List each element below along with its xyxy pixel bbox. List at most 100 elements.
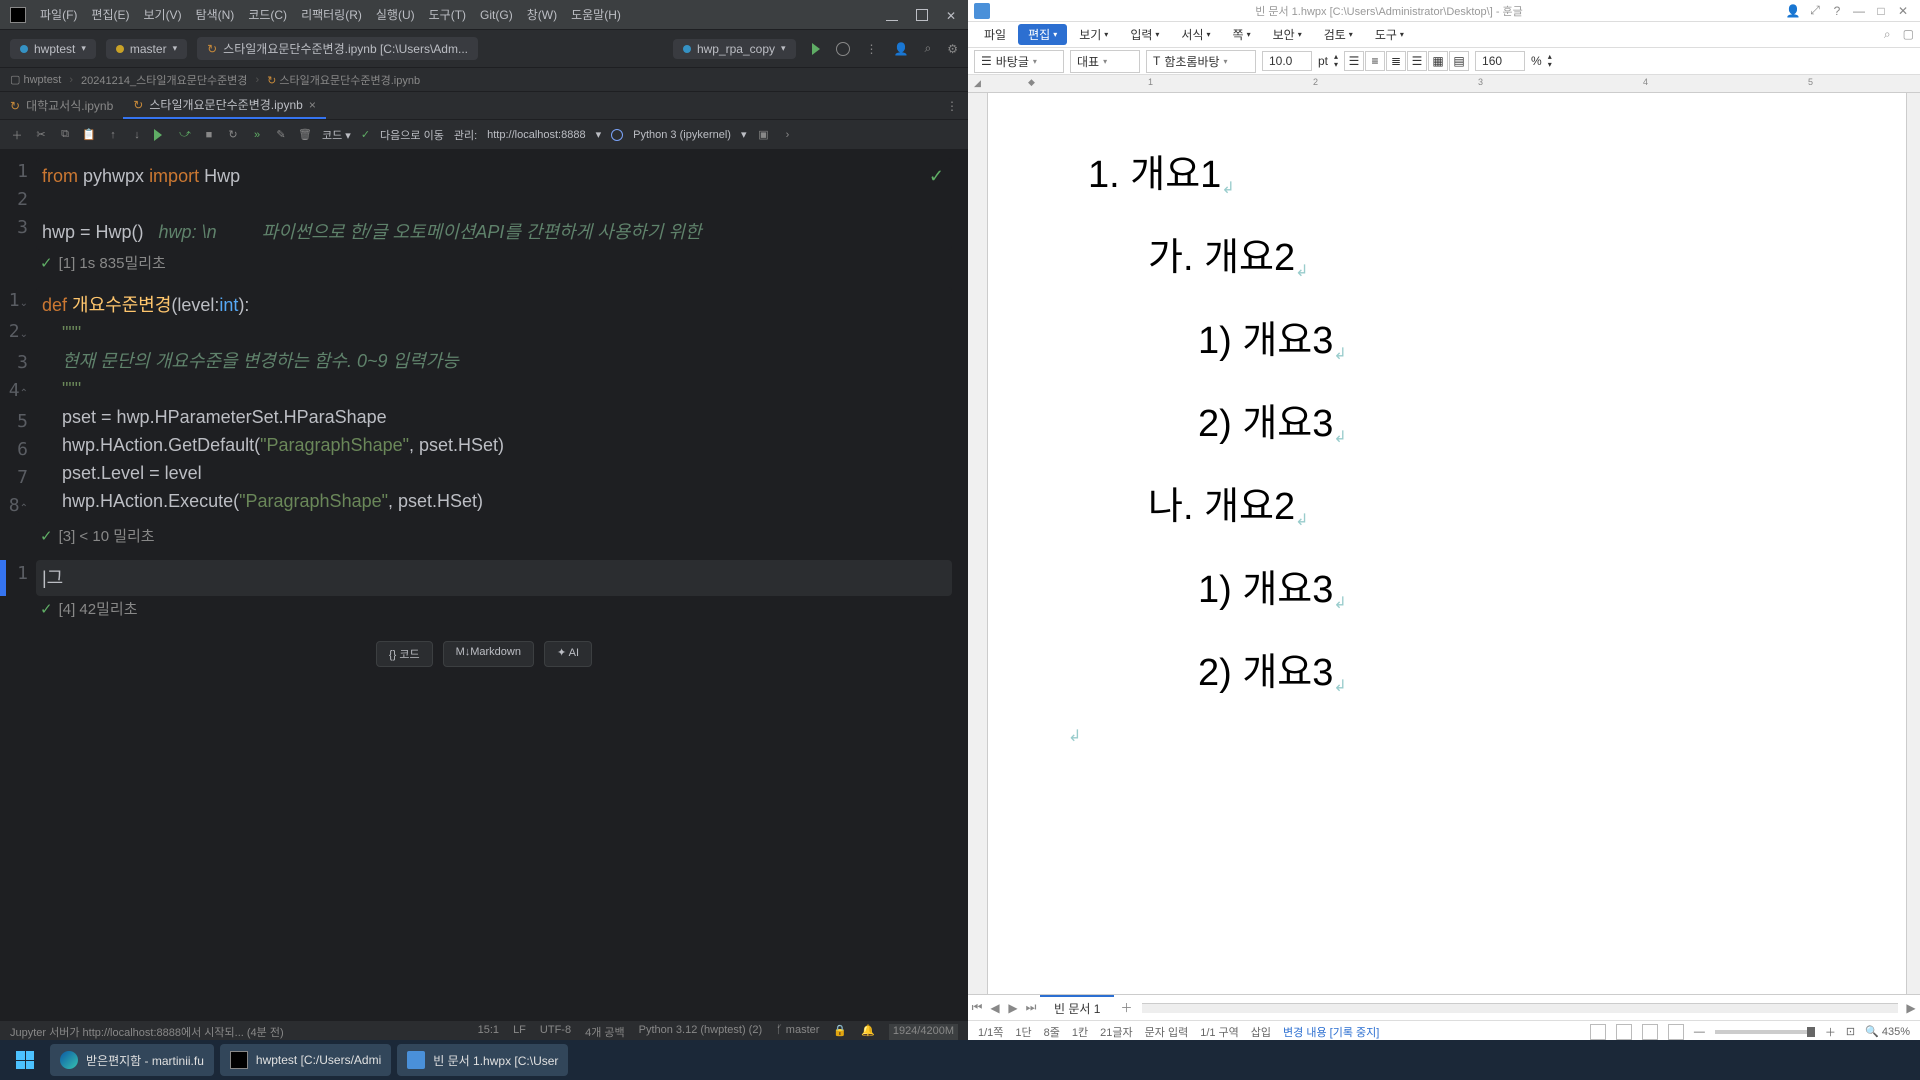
- menu-run[interactable]: 실행(U): [376, 6, 415, 23]
- code-cell-3[interactable]: 1 |그: [0, 552, 968, 596]
- run-icon[interactable]: [812, 43, 820, 55]
- closewin-icon[interactable]: ✕: [1892, 4, 1914, 18]
- menu-window[interactable]: 창(W): [527, 6, 557, 23]
- menu-help[interactable]: 도움말(H): [571, 6, 621, 23]
- tab-prev-icon[interactable]: ◀: [986, 1001, 1004, 1015]
- start-button[interactable]: [6, 1044, 44, 1076]
- zoom-slider[interactable]: [1715, 1030, 1815, 1034]
- task-ide[interactable]: hwptest [C:/Users/Admi: [220, 1044, 391, 1076]
- bc-file[interactable]: ↻ 스타일개요문단수준변경.ipynb: [267, 72, 420, 88]
- add-ai-chip[interactable]: ✦ AI: [544, 641, 592, 667]
- max-icon[interactable]: □: [1870, 4, 1892, 18]
- tab-next-icon[interactable]: ▶: [1004, 1001, 1022, 1015]
- server-url[interactable]: http://localhost:8888: [487, 129, 585, 141]
- zoom-in-icon[interactable]: ＋: [1825, 1024, 1836, 1040]
- zoom-combo[interactable]: 160: [1475, 51, 1525, 71]
- lock-icon[interactable]: 🔒: [833, 1024, 847, 1040]
- bc-folder[interactable]: 20241214_스타일개요문단수준변경: [81, 72, 247, 88]
- outline-line[interactable]: 1. 개요1↲: [1088, 143, 1846, 198]
- menu-git[interactable]: Git(G): [480, 8, 513, 22]
- debug-icon[interactable]: [836, 42, 850, 56]
- instance-combo[interactable]: 대표▾: [1070, 50, 1140, 73]
- zoom-stepper[interactable]: ▴▾: [1548, 53, 1552, 69]
- help-icon[interactable]: ?: [1826, 4, 1848, 18]
- align-dist-icon[interactable]: ▦: [1428, 51, 1448, 71]
- outline-line[interactable]: 2) 개요3↲: [1198, 641, 1846, 696]
- hruler[interactable]: ◢ ◆ 1 2 3 4 5: [968, 75, 1920, 93]
- align-justify-icon[interactable]: ☰: [1344, 51, 1364, 71]
- bell-icon[interactable]: 🔔: [861, 1024, 875, 1040]
- wmenu-view[interactable]: 보기▾: [1069, 24, 1118, 45]
- view-page-icon[interactable]: [1642, 1024, 1658, 1040]
- tab-doc2[interactable]: ↻스타일개요문단수준변경.ipynb×: [123, 92, 326, 119]
- branch-selector[interactable]: master▾: [106, 39, 187, 59]
- project-selector[interactable]: hwptest▾: [10, 39, 96, 59]
- paste-icon[interactable]: 📋: [82, 128, 96, 141]
- nextcell-label[interactable]: 다음으로 이동: [380, 127, 444, 143]
- align-right-icon[interactable]: ☰: [1407, 51, 1427, 71]
- task-hwp[interactable]: 빈 문서 1.hwpx [C:\User: [397, 1044, 568, 1076]
- gear-icon[interactable]: ⚙: [947, 42, 958, 56]
- layout-icon[interactable]: ▣: [756, 128, 770, 141]
- wsearch-icon[interactable]: ⌕: [1884, 27, 1891, 42]
- status-enc[interactable]: UTF-8: [540, 1024, 571, 1040]
- kernel-name[interactable]: Python 3 (ipykernel): [633, 129, 731, 141]
- menu-refactor[interactable]: 리팩터링(R): [301, 6, 362, 23]
- celltype-selector[interactable]: 코드 ▾: [322, 127, 351, 143]
- code-cell-2[interactable]: 1⌄2⌄34⌃5678⌃ def 개요수준변경(level:int): """ …: [0, 279, 968, 523]
- hscrollbar[interactable]: [1142, 1003, 1898, 1013]
- restart-icon[interactable]: ↻: [226, 128, 240, 141]
- wmenu-file[interactable]: 파일: [974, 24, 1016, 45]
- vscrollbar[interactable]: [1906, 93, 1920, 994]
- st-ins[interactable]: 삽입: [1251, 1024, 1271, 1040]
- st-page[interactable]: 1/1쪽: [978, 1024, 1003, 1040]
- tab-menu-icon[interactable]: ⋮: [946, 99, 968, 113]
- outline-line[interactable]: 2) 개요3↲: [1198, 392, 1846, 447]
- view-normal-icon[interactable]: [1590, 1024, 1606, 1040]
- close-icon[interactable]: ✕: [946, 9, 958, 21]
- status-python[interactable]: Python 3.12 (hwptest) (2): [639, 1024, 763, 1040]
- down-icon[interactable]: ↓: [130, 129, 144, 141]
- menu-navigate[interactable]: 탐색(N): [196, 6, 235, 23]
- cut-icon[interactable]: ✂: [34, 128, 48, 141]
- wmenu-tools[interactable]: 도구▾: [1365, 24, 1414, 45]
- open-file-indicator[interactable]: ↻ 스타일개요문단수준변경.ipynb [C:\Users\Adm...: [197, 37, 478, 60]
- add-doc-icon[interactable]: ＋: [1114, 999, 1138, 1016]
- runcell-icon[interactable]: [154, 129, 168, 141]
- outline-line[interactable]: 1) 개요3↲: [1198, 309, 1846, 364]
- more-icon[interactable]: ⋮: [866, 42, 878, 56]
- bc-project[interactable]: ▢ hwptest: [10, 73, 61, 86]
- stop-icon[interactable]: ■: [202, 129, 216, 141]
- wmenu-review[interactable]: 검토▾: [1314, 24, 1363, 45]
- tab-doc1[interactable]: ↻대학교서식.ipynb: [0, 93, 123, 118]
- view-grid-icon[interactable]: [1668, 1024, 1684, 1040]
- outline-line[interactable]: 가. 개요2↲: [1148, 226, 1846, 281]
- wmenu-edit[interactable]: 편집▾: [1018, 24, 1067, 45]
- zoom-out-icon[interactable]: —: [1694, 1026, 1705, 1038]
- menu-edit[interactable]: 편집(E): [91, 6, 129, 23]
- status-indent[interactable]: 4개 공백: [585, 1024, 625, 1040]
- wmenu-input[interactable]: 입력▾: [1120, 24, 1169, 45]
- runstep-icon[interactable]: ⤻: [178, 128, 192, 141]
- wmenu-format[interactable]: 서식▾: [1171, 24, 1220, 45]
- align-none-icon[interactable]: ▤: [1449, 51, 1469, 71]
- min-icon[interactable]: —: [1848, 4, 1870, 18]
- st-rec[interactable]: 변경 내용 [기록 중지]: [1283, 1024, 1379, 1040]
- delete-icon[interactable]: 🗑: [298, 128, 312, 141]
- status-lf[interactable]: LF: [513, 1024, 526, 1040]
- search-icon[interactable]: ⌕: [925, 41, 932, 56]
- tab-first-icon[interactable]: ⏮: [968, 1000, 986, 1015]
- runall-icon[interactable]: »: [250, 129, 264, 141]
- style-combo[interactable]: ☰바탕글▾: [974, 50, 1064, 73]
- vruler[interactable]: [968, 93, 988, 994]
- outline-line[interactable]: 1) 개요3↲: [1198, 558, 1846, 613]
- clear-icon[interactable]: ✎: [274, 128, 288, 141]
- view-outline-icon[interactable]: [1616, 1024, 1632, 1040]
- menu-code[interactable]: 코드(C): [248, 6, 287, 23]
- add-markdown-chip[interactable]: M↓Markdown: [443, 641, 534, 667]
- doctab-1[interactable]: 빈 문서 1: [1040, 995, 1114, 1020]
- add-cell-icon[interactable]: ＋: [10, 127, 24, 143]
- align-center-icon[interactable]: ≣: [1386, 51, 1406, 71]
- scroll-right-icon[interactable]: ▶: [1902, 1001, 1920, 1015]
- account-icon[interactable]: 👤: [894, 42, 909, 56]
